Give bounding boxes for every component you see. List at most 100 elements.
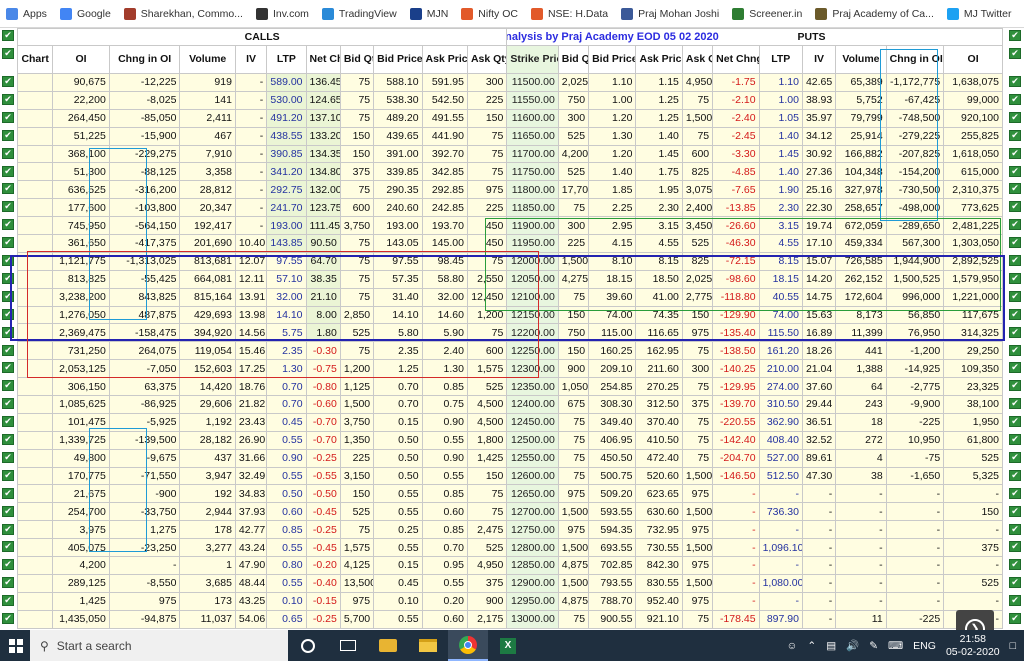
row-checkbox-right[interactable]: ✔	[1009, 93, 1021, 105]
row-checkbox-left[interactable]: ✔	[2, 398, 14, 410]
row-checkbox-right[interactable]: ✔	[1009, 344, 1021, 356]
network-icon[interactable]: ▤	[826, 640, 836, 652]
column-header[interactable]: OI	[943, 45, 1003, 74]
row-checkbox-right[interactable]: ✔	[1009, 416, 1021, 428]
row-checkbox-right[interactable]: ✔	[1009, 613, 1021, 624]
row-checkbox-right[interactable]: ✔	[1009, 308, 1021, 320]
row-checkbox-left[interactable]: ✔	[2, 272, 14, 284]
row-checkbox-right[interactable]: ✔	[1009, 523, 1021, 535]
column-header[interactable]: Ask Price	[635, 45, 683, 74]
column-header[interactable]: Bid Qty	[339, 45, 375, 74]
row-checkbox-right[interactable]: ✔	[1009, 541, 1021, 553]
column-header[interactable]: Strike Price	[506, 45, 559, 74]
bookmark-facebook[interactable]: Praj Mohan Joshi	[621, 7, 719, 20]
row-checkbox-left[interactable]: ✔	[2, 308, 14, 320]
row-checkbox-left[interactable]: ✔	[2, 469, 14, 481]
column-header[interactable]: LTP	[758, 45, 803, 74]
column-header[interactable]: Net Chng	[305, 45, 341, 74]
people-icon[interactable]: ☺	[787, 640, 798, 652]
row-checkbox-left[interactable]: ✔	[2, 344, 14, 356]
row-checkbox-right[interactable]: ✔	[1009, 362, 1021, 374]
keyboard-icon[interactable]: ⌨	[888, 640, 903, 652]
row-checkbox-right[interactable]: ✔	[1009, 505, 1021, 517]
volume-icon[interactable]: 🔊	[846, 639, 859, 652]
header-checkbox[interactable]: ✔	[2, 48, 14, 59]
header-checkbox[interactable]: ✔	[2, 30, 14, 41]
excel-icon[interactable]: X	[488, 630, 528, 661]
row-checkbox-left[interactable]: ✔	[2, 362, 14, 374]
row-checkbox-left[interactable]: ✔	[2, 290, 14, 302]
row-checkbox-right[interactable]: ✔	[1009, 595, 1021, 607]
row-checkbox-left[interactable]: ✔	[2, 165, 14, 177]
column-header[interactable]: Chart	[16, 45, 54, 74]
row-checkbox-left[interactable]: ✔	[2, 416, 14, 428]
bookmark-praj-academy[interactable]: Praj Academy of Ca...	[815, 7, 934, 20]
row-checkbox-left[interactable]: ✔	[2, 380, 14, 392]
row-checkbox-right[interactable]: ✔	[1009, 165, 1021, 177]
bookmark-tradingview[interactable]: TradingView	[321, 7, 397, 20]
column-header[interactable]: Volume	[835, 45, 887, 74]
row-checkbox-left[interactable]: ✔	[2, 76, 14, 87]
row-checkbox-right[interactable]: ✔	[1009, 147, 1021, 159]
column-header[interactable]: OI	[52, 45, 110, 74]
row-checkbox-right[interactable]: ✔	[1009, 129, 1021, 141]
column-header[interactable]: IV	[234, 45, 268, 74]
column-header[interactable]: Bid Qty	[557, 45, 590, 74]
column-header[interactable]: Ask Qty	[466, 45, 508, 74]
row-checkbox-right[interactable]: ✔	[1009, 380, 1021, 392]
row-checkbox-right[interactable]: ✔	[1009, 434, 1021, 445]
row-checkbox-right[interactable]: ✔	[1009, 290, 1021, 302]
bookmark-twitter[interactable]: MJ Twitter	[946, 7, 1012, 20]
row-checkbox-right[interactable]: ✔	[1009, 398, 1021, 410]
row-checkbox-left[interactable]: ✔	[2, 255, 14, 266]
bookmark-apps[interactable]: Apps	[6, 7, 47, 20]
row-checkbox-right[interactable]: ✔	[1009, 201, 1021, 213]
row-checkbox-right[interactable]: ✔	[1009, 237, 1021, 249]
row-checkbox-left[interactable]: ✔	[2, 129, 14, 141]
column-header[interactable]: IV	[801, 45, 837, 74]
row-checkbox-left[interactable]: ✔	[2, 201, 14, 213]
row-checkbox-right[interactable]: ✔	[1009, 272, 1021, 284]
row-checkbox-left[interactable]: ✔	[2, 595, 14, 607]
windows-start-icon[interactable]	[9, 638, 23, 653]
row-checkbox-left[interactable]: ✔	[2, 111, 14, 123]
column-header[interactable]: Chng in OI	[885, 45, 945, 74]
task-view-icon[interactable]	[328, 630, 368, 661]
row-checkbox-left[interactable]: ✔	[2, 237, 14, 249]
row-checkbox-right[interactable]: ✔	[1009, 183, 1021, 195]
file-explorer-icon[interactable]	[408, 630, 448, 661]
column-header[interactable]: Ask Qty	[681, 45, 714, 74]
mail-app-icon[interactable]	[368, 630, 408, 661]
header-checkbox[interactable]: ✔	[1009, 48, 1021, 59]
taskbar-search[interactable]: ⚲ Start a search	[30, 630, 288, 661]
row-checkbox-left[interactable]: ✔	[2, 434, 14, 445]
bookmark-sharekhan[interactable]: Sharekhan, Commo...	[123, 7, 243, 20]
row-checkbox-left[interactable]: ✔	[2, 183, 14, 195]
row-checkbox-left[interactable]: ✔	[2, 541, 14, 553]
row-checkbox-right[interactable]: ✔	[1009, 76, 1021, 87]
row-checkbox-left[interactable]: ✔	[2, 326, 14, 338]
bookmark-nifty-oc[interactable]: Nifty OC	[461, 7, 518, 20]
row-checkbox-right[interactable]: ✔	[1009, 451, 1021, 463]
next-slide-button[interactable]: ❯	[956, 610, 994, 630]
row-checkbox-left[interactable]: ✔	[2, 93, 14, 105]
row-checkbox-left[interactable]: ✔	[2, 613, 14, 624]
row-checkbox-left[interactable]: ✔	[2, 559, 14, 571]
row-checkbox-right[interactable]: ✔	[1009, 577, 1021, 589]
column-header[interactable]: Chng in OI	[108, 45, 181, 74]
row-checkbox-left[interactable]: ✔	[2, 523, 14, 535]
bookmark-investing[interactable]: Inv.com	[255, 7, 309, 20]
row-checkbox-right[interactable]: ✔	[1009, 255, 1021, 266]
chevron-up-icon[interactable]: ⌃	[807, 640, 816, 652]
row-checkbox-left[interactable]: ✔	[2, 487, 14, 499]
notifications-icon[interactable]: □	[1010, 640, 1016, 652]
row-checkbox-right[interactable]: ✔	[1009, 469, 1021, 481]
row-checkbox-right[interactable]: ✔	[1009, 487, 1021, 499]
bookmark-nse[interactable]: NSE: H.Data	[530, 7, 608, 20]
column-header[interactable]: Net Chng	[712, 45, 760, 74]
bookmark-google[interactable]: Google	[59, 7, 111, 20]
bookmark-mjn[interactable]: MJN	[409, 7, 448, 20]
clock[interactable]: 21:58 05-02-2020	[946, 633, 1000, 659]
row-checkbox-right[interactable]: ✔	[1009, 111, 1021, 123]
row-checkbox-left[interactable]: ✔	[2, 577, 14, 589]
